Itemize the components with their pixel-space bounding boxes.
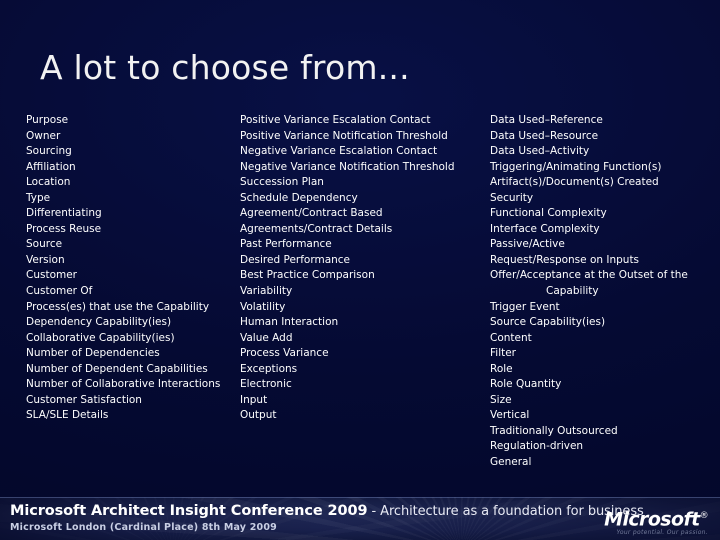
list-item: Process Variance — [240, 347, 329, 360]
list-item: Data Used–Resource — [490, 129, 599, 142]
list-item: Number of Collaborative Interactions — [26, 378, 221, 391]
attribute-list-column-3: Data Used–Reference Data Used–Resource D… — [490, 113, 705, 471]
list-item: Filter — [490, 347, 517, 360]
list-item: Past Performance — [240, 238, 332, 251]
list-item-wrapped: Offer/Acceptance at the Outset of the Ca… — [490, 268, 705, 299]
list-item-line-1: Offer/Acceptance at the Outset of the — [490, 269, 688, 282]
attribute-list-column-2: Positive Variance Escalation Contact Pos… — [240, 113, 480, 424]
presentation-slide: A lot to choose from... Purpose Owner So… — [0, 0, 720, 540]
list-item: Desired Performance — [240, 253, 351, 266]
microsoft-logo: Microsoft® Your potential. Our passion. — [604, 506, 708, 537]
list-item: Type — [26, 191, 51, 204]
list-item: Vertical — [490, 409, 530, 422]
list-item: Value Add — [240, 331, 293, 344]
list-item: Customer — [26, 269, 78, 282]
list-item: Dependency Capability(ies) — [26, 316, 172, 329]
list-item: Number of Dependencies — [26, 347, 160, 360]
list-item: Role Quantity — [490, 378, 562, 391]
list-item: Positive Variance Notification Threshold — [240, 129, 448, 142]
list-item: Human Interaction — [240, 316, 339, 329]
list-item: Process Reuse — [26, 222, 102, 235]
list-item: Succession Plan — [240, 176, 324, 189]
list-item: Negative Variance Escalation Contact — [240, 145, 438, 158]
list-item: Customer Satisfaction — [26, 393, 142, 406]
attribute-list-column-1: Purpose Owner Sourcing Affiliation Locat… — [26, 113, 231, 424]
list-item: Source Capability(ies) — [490, 316, 606, 329]
list-item: Regulation-driven — [490, 440, 584, 453]
registered-trademark-icon: ® — [699, 511, 709, 521]
list-item: Agreement/Contract Based — [240, 207, 383, 220]
list-item: Purpose — [26, 114, 69, 126]
microsoft-logo-wordmark: Microsoft® — [604, 506, 708, 529]
content-columns: Purpose Owner Sourcing Affiliation Locat… — [0, 113, 720, 483]
list-item: Artifact(s)/Document(s) Created — [490, 176, 659, 189]
list-item: Security — [490, 191, 534, 204]
list-item: Traditionally Outsourced — [490, 424, 618, 437]
footer-text-block: Microsoft Architect Insight Conference 2… — [10, 503, 644, 533]
list-item: Differentiating — [26, 207, 102, 220]
footer-event-line: Microsoft Architect Insight Conference 2… — [10, 503, 644, 520]
list-item: Request/Response on Inputs — [490, 253, 640, 266]
microsoft-logo-text: Microsoft — [604, 508, 700, 531]
list-item: Output — [240, 409, 277, 422]
list-item: Agreements/Contract Details — [240, 222, 393, 235]
footer-top-divider — [0, 497, 720, 498]
list-item: Interface Complexity — [490, 222, 600, 235]
list-item: Sourcing — [26, 145, 72, 158]
list-item: Passive/Active — [490, 238, 565, 251]
footer-venue-line: Microsoft London (Cardinal Place) 8th Ma… — [10, 522, 277, 533]
list-item: Exceptions — [240, 362, 298, 375]
footer-separator: - — [367, 504, 381, 519]
conference-footer-banner: Microsoft Architect Insight Conference 2… — [0, 497, 720, 540]
list-item: Data Used–Activity — [490, 145, 590, 158]
list-item: Negative Variance Notification Threshold — [240, 160, 455, 173]
list-item: Triggering/Animating Function(s) — [490, 160, 662, 173]
microsoft-logo-tagline: Your potential. Our passion. — [616, 529, 708, 537]
list-item: Volatility — [240, 300, 286, 313]
list-item: Functional Complexity — [490, 207, 607, 220]
list-item: Version — [26, 253, 65, 266]
list-item: Input — [240, 393, 268, 406]
list-item: Trigger Event — [490, 300, 560, 313]
list-item: General — [490, 456, 532, 469]
list-item: Process(es) that use the Capability — [26, 300, 210, 313]
list-item: Best Practice Comparison — [240, 269, 375, 282]
list-item: Location — [26, 176, 71, 189]
slide-title: A lot to choose from... — [40, 48, 410, 87]
list-item-line-2: Capability — [546, 285, 599, 298]
list-item: Electronic — [240, 378, 292, 391]
footer-event-title: Microsoft Architect Insight Conference 2… — [10, 503, 368, 519]
list-item: Variability — [240, 285, 293, 298]
list-item: Data Used–Reference — [490, 114, 603, 126]
list-item: Size — [490, 393, 512, 406]
list-item: SLA/SLE Details — [26, 409, 109, 422]
list-item: Owner — [26, 129, 61, 142]
list-item: Positive Variance Escalation Contact — [240, 114, 431, 126]
list-item: Collaborative Capability(ies) — [26, 331, 175, 344]
list-item: Affiliation — [26, 160, 76, 173]
list-item: Schedule Dependency — [240, 191, 358, 204]
list-item: Number of Dependent Capabilities — [26, 362, 208, 375]
list-item: Customer Of — [26, 285, 93, 298]
list-item: Source — [26, 238, 63, 251]
list-item: Content — [490, 331, 532, 344]
list-item: Role — [490, 362, 513, 375]
